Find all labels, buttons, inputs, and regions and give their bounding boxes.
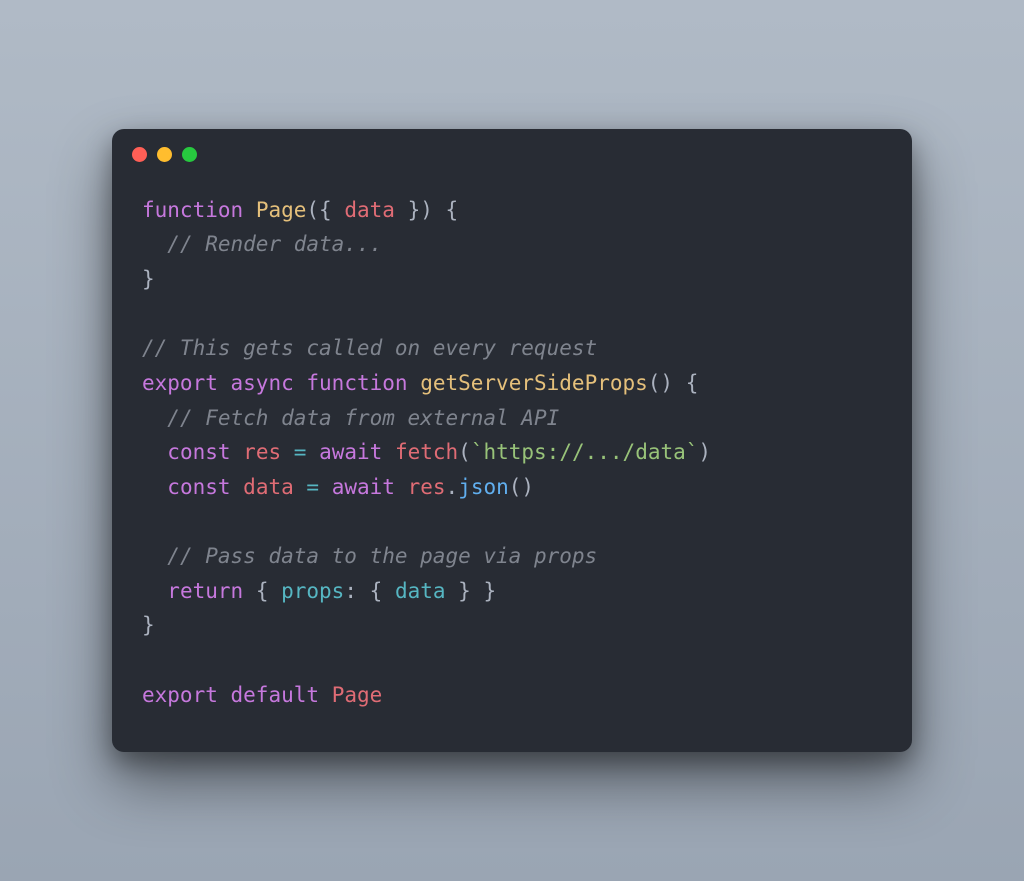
window-titlebar xyxy=(112,129,912,181)
close-icon[interactable] xyxy=(132,147,147,162)
code-line: const data = await res.json() xyxy=(142,475,534,499)
operator-equals: = xyxy=(306,475,319,499)
colon: : xyxy=(344,579,357,603)
zoom-icon[interactable] xyxy=(182,147,197,162)
var-data: data xyxy=(395,579,446,603)
code-line: } xyxy=(142,613,155,637)
dot: . xyxy=(446,475,459,499)
keyword-const: const xyxy=(167,475,230,499)
brace-open: { xyxy=(319,198,344,222)
code-line: } xyxy=(142,267,155,291)
comment: // Fetch data from external API xyxy=(167,406,559,430)
minimize-icon[interactable] xyxy=(157,147,172,162)
identifier-gssp: getServerSideProps xyxy=(420,371,648,395)
paren-open: ( xyxy=(458,440,471,464)
keyword-export: export xyxy=(142,371,218,395)
brace-close: } xyxy=(446,579,471,603)
body-open: { xyxy=(686,371,699,395)
parens: () xyxy=(509,475,534,499)
comment: // This gets called on every request xyxy=(142,336,597,360)
brace-close: } xyxy=(395,198,420,222)
keyword-return: return xyxy=(167,579,243,603)
body-close: } xyxy=(142,613,155,637)
paren-close: ) xyxy=(698,440,711,464)
code-line: export default Page xyxy=(142,683,382,707)
code-line: // This gets called on every request xyxy=(142,336,597,360)
fn-fetch: fetch xyxy=(395,440,458,464)
method-json: json xyxy=(458,475,509,499)
paren-close: ) xyxy=(420,198,433,222)
comment: // Render data... xyxy=(167,232,382,256)
brace-close: } xyxy=(471,579,496,603)
code-line: const res = await fetch(`https://.../dat… xyxy=(142,440,711,464)
code-line: return { props: { data } } xyxy=(142,579,496,603)
body-close: } xyxy=(142,267,155,291)
identifier-page: Page xyxy=(256,198,307,222)
identifier-page: Page xyxy=(332,683,383,707)
keyword-await: await xyxy=(319,440,382,464)
comment: // Pass data to the page via props xyxy=(167,544,597,568)
keyword-function: function xyxy=(306,371,407,395)
keyword-async: async xyxy=(231,371,294,395)
var-data: data xyxy=(243,475,294,499)
var-res: res xyxy=(243,440,281,464)
operator-equals: = xyxy=(294,440,307,464)
brace-open: { xyxy=(256,579,281,603)
code-line: export async function getServerSideProps… xyxy=(142,371,698,395)
code-line: function Page({ data }) { xyxy=(142,198,458,222)
code-line: // Pass data to the page via props xyxy=(142,544,597,568)
code-window: function Page({ data }) { // Render data… xyxy=(112,129,912,753)
keyword-default: default xyxy=(231,683,320,707)
keyword-const: const xyxy=(167,440,230,464)
brace-open: { xyxy=(370,579,395,603)
body-open: { xyxy=(446,198,459,222)
obj-res: res xyxy=(408,475,446,499)
keyword-await: await xyxy=(332,475,395,499)
code-block: function Page({ data }) { // Render data… xyxy=(112,181,912,725)
code-line: // Fetch data from external API xyxy=(142,406,559,430)
prop-props: props xyxy=(281,579,344,603)
parens: () xyxy=(648,371,673,395)
code-line: // Render data... xyxy=(142,232,382,256)
keyword-export: export xyxy=(142,683,218,707)
keyword-function: function xyxy=(142,198,243,222)
paren-open: ( xyxy=(306,198,319,222)
string-url: `https://.../data` xyxy=(471,440,699,464)
param-data: data xyxy=(344,198,395,222)
